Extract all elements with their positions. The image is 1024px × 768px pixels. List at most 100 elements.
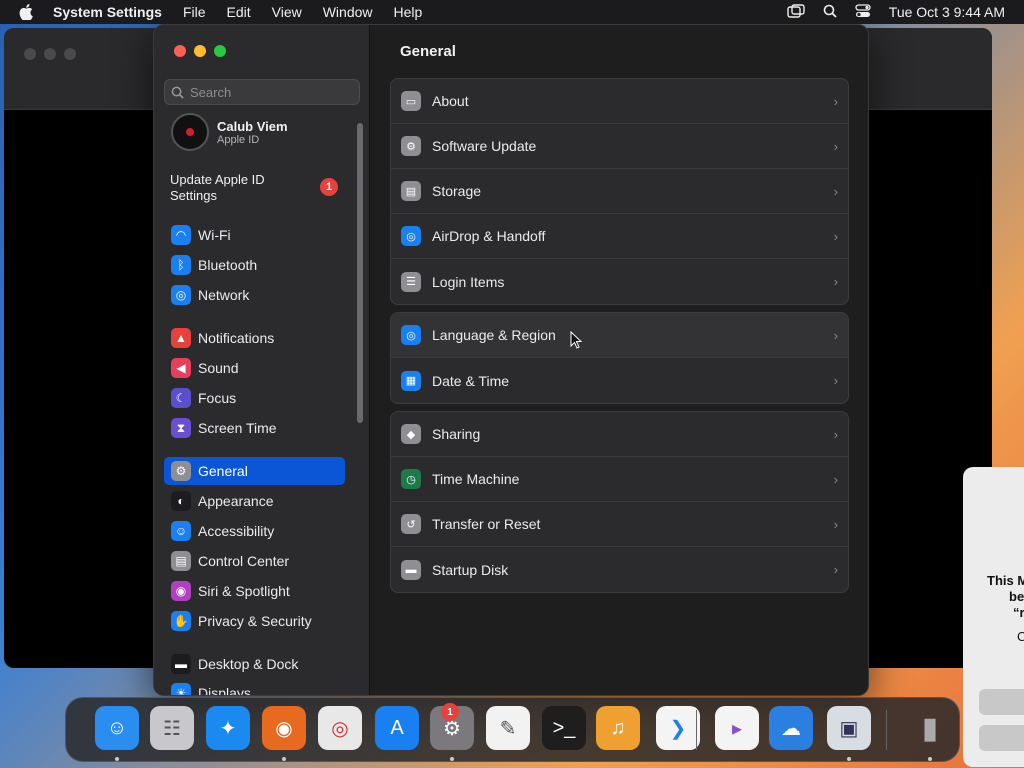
settings-row-date-time[interactable]: ▦ Date & Time › xyxy=(391,358,848,403)
trash-icon[interactable]: ▮ xyxy=(908,706,952,750)
sidebar-item-appearance[interactable]: ◐ Appearance xyxy=(164,487,345,515)
chrome-icon[interactable]: ◎ xyxy=(318,706,362,750)
moon-icon: ☾ xyxy=(171,388,191,408)
alert-dialog: This M be “r C xyxy=(963,467,1024,767)
sidebar-item-label: Siri & Spotlight xyxy=(198,583,290,599)
sidebar-item-sound[interactable]: ◀ Sound xyxy=(164,354,345,382)
settings-row-label: Language & Region xyxy=(432,327,556,343)
finder-icon[interactable]: ☺ xyxy=(95,706,139,750)
menu-edit[interactable]: Edit xyxy=(227,4,251,20)
apple-menu-icon[interactable] xyxy=(19,4,35,20)
main-pane: General ▭ About › ⚙ Software Update › ▤ Storage… xyxy=(370,25,868,695)
control-center-icon[interactable] xyxy=(855,3,871,21)
menu-help[interactable]: Help xyxy=(394,4,423,20)
disk-icon: ▬ xyxy=(401,559,421,580)
app-store-icon[interactable]: A xyxy=(375,706,419,750)
chevron-right-icon: › xyxy=(833,274,838,289)
zoom-button[interactable] xyxy=(214,45,226,57)
weather-icon[interactable]: ☁ xyxy=(769,706,813,750)
sidebar-item-control-center[interactable]: ▤ Control Center xyxy=(164,547,345,575)
settings-row-label: Startup Disk xyxy=(432,561,509,578)
chevron-right-icon: › xyxy=(833,373,838,388)
alert-text-line: be xyxy=(1009,589,1024,604)
menu-bar: System Settings File Edit View Window He… xyxy=(0,0,1024,24)
sidebar-item-label: Notifications xyxy=(198,330,275,346)
dock-separator xyxy=(696,710,697,750)
sidebar-item-screen-time[interactable]: ⧗ Screen Time xyxy=(164,414,345,442)
launchpad-icon[interactable]: ☷ xyxy=(150,706,194,750)
sidebar-scrollbar[interactable] xyxy=(357,123,363,423)
firefox-icon[interactable]: ◉ xyxy=(262,706,306,750)
chevron-right-icon: › xyxy=(833,93,838,109)
menu-view[interactable]: View xyxy=(272,4,302,20)
preview-icon[interactable]: ▣ xyxy=(827,706,871,750)
sidebar-item-privacy-security[interactable]: ✋ Privacy & Security xyxy=(164,607,345,635)
settings-row-label: Time Machine xyxy=(432,471,520,487)
garageband-icon[interactable]: ♫ xyxy=(596,706,640,750)
update-apple-id-settings[interactable]: Update Apple ID Settings xyxy=(170,172,290,204)
accessibility-icon: ☺ xyxy=(171,521,191,541)
menu-window[interactable]: Window xyxy=(323,4,373,20)
settings-row-airdrop-handoff[interactable]: ◎ AirDrop & Handoff › xyxy=(391,214,848,259)
bell-icon: ▲ xyxy=(171,328,191,348)
apple-id-profile[interactable]: Calub Viem Apple ID xyxy=(171,113,288,151)
sidebar-item-bluetooth[interactable]: ᛒ Bluetooth xyxy=(164,251,345,279)
settings-row-login-items[interactable]: ☰ Login Items › xyxy=(391,259,848,304)
sidebar-item-desktop-dock[interactable]: ▬ Desktop & Dock xyxy=(164,650,345,678)
chevron-right-icon: › xyxy=(833,327,838,343)
vscode-icon[interactable]: ❯ xyxy=(656,706,700,750)
close-button[interactable] xyxy=(174,45,186,57)
sidebar-item-siri-spotlight[interactable]: ◉ Siri & Spotlight xyxy=(164,577,345,605)
sidebar-item-label: Control Center xyxy=(198,553,290,569)
visual-studio-icon[interactable]: ▸ xyxy=(715,706,759,750)
running-indicator xyxy=(450,757,454,761)
sidebar-item-notifications[interactable]: ▲ Notifications xyxy=(164,324,345,352)
settings-row-storage[interactable]: ▤ Storage › xyxy=(391,169,848,214)
sidebar-item-accessibility[interactable]: ☺ Accessibility xyxy=(164,517,345,545)
dock-icon: ▬ xyxy=(171,654,191,674)
sidebar-item-general[interactable]: ⚙ General xyxy=(164,457,345,485)
appearance-icon: ◐ xyxy=(171,491,191,511)
alert-secondary-button[interactable] xyxy=(979,725,1024,751)
running-indicator xyxy=(115,757,119,761)
alert-primary-button[interactable] xyxy=(979,689,1024,715)
sidebar-item-wi-fi[interactable]: ◠ Wi-Fi xyxy=(164,221,345,249)
page-title: General xyxy=(400,43,456,60)
safari-icon[interactable]: ✦ xyxy=(206,706,250,750)
settings-row-startup-disk[interactable]: ▬ Startup Disk › xyxy=(391,547,848,592)
textedit-icon[interactable]: ✎ xyxy=(486,706,530,750)
chevron-right-icon: › xyxy=(833,228,838,244)
sidebar-item-network[interactable]: ◎ Network xyxy=(164,281,345,309)
screen-mirroring-icon[interactable] xyxy=(787,3,805,21)
window-controls xyxy=(174,45,226,57)
minimize-button[interactable] xyxy=(194,45,206,57)
settings-row-software-update[interactable]: ⚙ Software Update › xyxy=(391,124,848,169)
settings-row-transfer-or-reset[interactable]: ↺ Transfer or Reset › xyxy=(391,502,848,547)
sidebar-item-label: Network xyxy=(198,287,250,303)
settings-group: ▭ About › ⚙ Software Update › ▤ Storage › ◎ AirDro… xyxy=(390,78,849,305)
menu-clock[interactable]: Tue Oct 3 9:44 AM xyxy=(889,4,1005,20)
settings-row-language-region[interactable]: ◎ Language & Region › xyxy=(391,313,848,358)
menu-app-name[interactable]: System Settings xyxy=(53,4,162,20)
menu-file[interactable]: File xyxy=(183,4,206,20)
sidebar-item-displays[interactable]: ☀ Displays xyxy=(164,679,345,695)
settings-row-about[interactable]: ▭ About › xyxy=(391,79,848,124)
terminal-icon[interactable]: >_ xyxy=(542,706,586,750)
spotlight-search-icon[interactable] xyxy=(823,4,837,21)
alert-text-line: C xyxy=(1017,629,1024,644)
dock-separator xyxy=(886,710,887,750)
search-icon xyxy=(171,86,184,99)
sidebar-item-focus[interactable]: ☾ Focus xyxy=(164,384,345,412)
chevron-right-icon: › xyxy=(833,471,838,487)
sidebar-item-label: Privacy & Security xyxy=(198,613,312,629)
control-center-icon: ▤ xyxy=(171,551,191,571)
globe-icon: ◎ xyxy=(171,285,191,305)
settings-group: ◆ Sharing › ◷ Time Machine › ↺ Transfer or Rese… xyxy=(390,411,849,593)
settings-row-time-machine[interactable]: ◷ Time Machine › xyxy=(391,457,848,502)
hand-icon: ✋ xyxy=(171,611,191,631)
settings-row-sharing[interactable]: ◆ Sharing › xyxy=(391,412,848,457)
avatar xyxy=(171,113,209,151)
chevron-right-icon: › xyxy=(833,426,838,442)
search-input[interactable]: Search xyxy=(164,79,360,105)
chevron-right-icon: › xyxy=(833,516,838,532)
